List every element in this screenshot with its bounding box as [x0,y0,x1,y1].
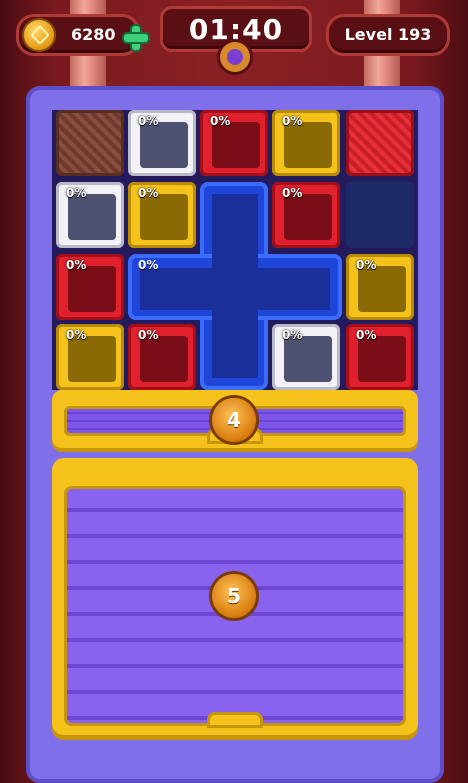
percent-label: 0% [356,258,377,272]
small-drawer-count-badge: 4 [212,398,256,442]
cell-red[interactable]: 0% [200,110,268,176]
coin-amount: 6280 [71,25,116,44]
cell-white[interactable]: 0% [128,110,196,176]
cell-red-filled[interactable] [346,110,414,176]
percent-label: 0% [138,114,159,128]
cell-red[interactable]: 0% [128,324,196,390]
skull-booster-icon[interactable] [220,42,250,72]
percent-label: 0% [210,114,231,128]
block-grid: 0% 0% 0% 0% 0% 0% 0% 0% 0% 0% 0% 0% 0% [52,110,418,390]
cell-yellow[interactable]: 0% [272,110,340,176]
percent-label: 0% [282,186,303,200]
cell-yellow[interactable]: 0% [346,254,414,320]
add-coins-plus-icon[interactable] [124,26,148,50]
percent-label: 0% [356,328,377,342]
game-screen: { "hud": { "coins": "6280", "timer": "01… [0,0,468,783]
percent-label: 0% [138,328,159,342]
cell-yellow[interactable]: 0% [128,182,196,248]
drawer-notch [207,712,263,728]
percent-label: 0% [138,258,159,272]
percent-label: 0% [66,258,87,272]
percent-label: 0% [66,328,87,342]
percent-label: 0% [282,328,303,342]
coin-icon [22,18,56,52]
percent-label: 0% [138,186,159,200]
cell-red[interactable]: 0% [272,182,340,248]
cell-red[interactable]: 0% [346,324,414,390]
percent-label: 0% [282,114,303,128]
level-text: Level 193 [344,25,432,44]
cell-white[interactable]: 0% [56,182,124,248]
cell-brown-filled[interactable] [56,110,124,176]
level-panel: Level 193 [326,14,450,56]
large-drawer-count-badge: 5 [212,574,256,618]
cell-white[interactable]: 0% [272,324,340,390]
cell-red[interactable]: 0% [56,254,124,320]
cell-yellow[interactable]: 0% [56,324,124,390]
cell-empty [346,182,414,248]
percent-label: 0% [66,186,87,200]
